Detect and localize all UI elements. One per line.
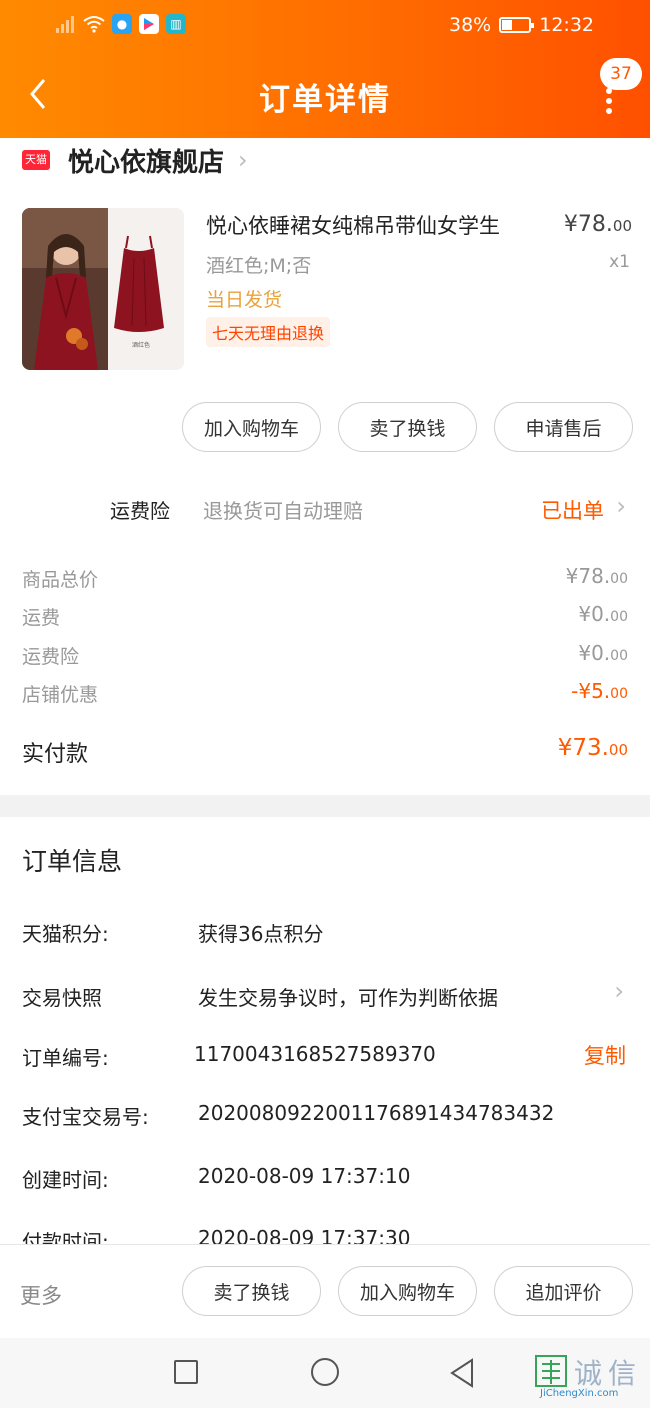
- order-info-title: 订单信息: [22, 847, 123, 876]
- shipping-label: 当日发货: [206, 289, 283, 311]
- add-to-cart-bottom-button[interactable]: 加入购物车: [338, 1266, 477, 1316]
- alipay-label: 支付宝交易号:: [22, 1105, 149, 1129]
- fee-value-shipping-main: ¥0.: [578, 602, 611, 626]
- fee-value-insurance-cents: 00: [610, 648, 628, 664]
- snapshot-label: 交易快照: [22, 986, 102, 1010]
- fee-label-insurance: 运费险: [22, 646, 80, 668]
- youku-icon: [139, 14, 159, 34]
- fee-value-subtotal: ¥78.00: [566, 564, 628, 588]
- more-button[interactable]: 更多: [20, 1280, 62, 1310]
- fee-value-shipping-cents: 00: [610, 609, 628, 625]
- product-title[interactable]: 悦心依睡裙女纯棉吊带仙女学生: [206, 210, 500, 240]
- add-review-button[interactable]: 追加评价: [494, 1266, 633, 1316]
- product-price-main: ¥78.: [563, 212, 613, 237]
- paid-value-main: ¥73.: [557, 735, 609, 761]
- back-triangle-icon[interactable]: [449, 1358, 475, 1388]
- book-app-icon: ▥: [166, 14, 186, 34]
- home-icon[interactable]: [311, 1358, 339, 1386]
- product-price: ¥78.00: [564, 212, 632, 237]
- insurance-desc: 退换货可自动理赔: [203, 499, 363, 523]
- alipay-value: 2020080922001176891434783432: [198, 1101, 555, 1125]
- fee-value-subtotal-main: ¥78.: [565, 564, 611, 588]
- order-number-value: 1170043168527589370: [194, 1042, 436, 1066]
- copy-button[interactable]: 复制: [584, 1040, 626, 1070]
- chevron-right-icon: ›: [614, 977, 624, 1005]
- clock: 12:32: [539, 14, 594, 36]
- product-sku: 酒红色;M;否: [206, 255, 312, 277]
- after-sales-button[interactable]: 申请售后: [494, 402, 633, 452]
- chevron-right-icon: ›: [238, 146, 248, 174]
- shop-header[interactable]: 天猫 悦心依旗舰店 ›: [22, 142, 248, 178]
- bottom-action-bar: 更多 卖了换钱 加入购物车 追加评价: [0, 1244, 650, 1338]
- chevron-right-icon: ›: [616, 492, 626, 520]
- watermark-emblem: [535, 1355, 567, 1387]
- fee-value-discount-cents: 00: [610, 686, 628, 702]
- tmall-badge: 天猫: [22, 150, 50, 170]
- product-quantity: x1: [609, 252, 630, 272]
- section-divider: [0, 795, 650, 817]
- watermark-text: 诚信: [574, 1357, 643, 1390]
- fee-label-discount: 店铺优惠: [22, 684, 99, 706]
- status-bar: ● ▥ 38% 12:32: [0, 10, 650, 42]
- fee-value-discount-main: -¥5.: [571, 679, 611, 703]
- message-count-badge[interactable]: 37: [600, 58, 642, 90]
- battery-percent: 38%: [449, 14, 492, 36]
- fee-value-insurance: ¥0.00: [578, 641, 628, 665]
- fee-label-subtotal: 商品总价: [22, 569, 99, 591]
- snapshot-value: 发生交易争议时，可作为判断依据: [198, 986, 498, 1010]
- fee-value-shipping: ¥0.00: [578, 602, 628, 626]
- page-title: 订单详情: [259, 82, 391, 118]
- fee-value-insurance-main: ¥0.: [578, 641, 611, 665]
- fee-value-subtotal-cents: 00: [610, 571, 628, 587]
- recent-apps-icon[interactable]: [174, 1360, 198, 1384]
- cellular-signal-icon: [56, 15, 76, 33]
- order-number-label: 订单编号:: [22, 1046, 109, 1070]
- wifi-icon: [83, 16, 105, 33]
- battery-icon: [499, 17, 535, 33]
- shop-name[interactable]: 悦心依旗舰店: [68, 142, 224, 179]
- fee-value-discount: -¥5.00: [571, 679, 628, 703]
- resell-button[interactable]: 卖了换钱: [338, 402, 477, 452]
- paid-label: 实付款: [22, 742, 89, 767]
- product-photo: [22, 208, 184, 370]
- add-to-cart-button[interactable]: 加入购物车: [182, 402, 321, 452]
- points-value: 获得36点积分: [198, 922, 324, 946]
- insurance-status[interactable]: 已出单: [541, 495, 604, 525]
- app-header: ● ▥ 38% 12:32 订单详情 37: [0, 0, 650, 138]
- watermark-url: JiChengXin.com: [540, 1388, 619, 1399]
- points-label: 天猫积分:: [22, 922, 109, 946]
- product-price-cents: 00: [612, 217, 632, 235]
- insurance-label: 运费险: [110, 499, 170, 523]
- image-caption: 酒红色: [132, 342, 151, 349]
- return-policy-tag: 七天无理由退换: [206, 317, 331, 347]
- product-image[interactable]: 酒红色: [22, 208, 184, 370]
- app-notification-icon: ●: [112, 14, 132, 34]
- resell-bottom-button[interactable]: 卖了换钱: [182, 1266, 321, 1316]
- watermark-logo: 诚信 JiChengXin.com: [534, 1352, 648, 1399]
- paid-value: ¥73.00: [558, 735, 628, 761]
- fee-label-shipping: 运费: [22, 607, 61, 629]
- paid-value-cents: 00: [608, 741, 628, 759]
- system-navigation-bar: 诚信 JiChengXin.com: [0, 1338, 650, 1408]
- more-menu-icon[interactable]: [604, 88, 614, 114]
- created-time-label: 创建时间:: [22, 1168, 109, 1192]
- created-time-value: 2020-08-09 17:37:10: [198, 1164, 411, 1188]
